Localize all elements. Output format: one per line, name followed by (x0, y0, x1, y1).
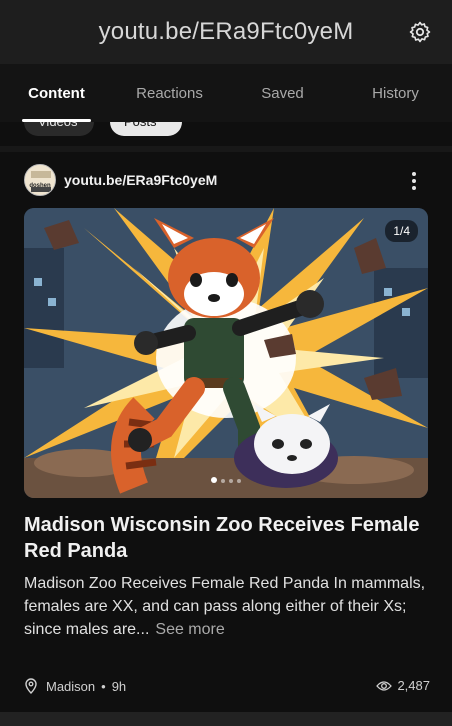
post-time: 9h (111, 678, 127, 694)
filter-chips: Videos Posts (0, 122, 452, 138)
carousel-dot[interactable] (229, 479, 233, 483)
carousel-dots (24, 470, 428, 488)
tab-history[interactable]: History (339, 64, 452, 122)
carousel-dot[interactable] (211, 477, 217, 483)
post-image[interactable]: 1/4 (24, 208, 428, 498)
tab-content[interactable]: Content (0, 64, 113, 122)
vertical-dots-icon[interactable] (404, 170, 424, 192)
location-label[interactable]: Madison (46, 679, 95, 694)
carousel-dot[interactable] (237, 479, 241, 483)
post-meta: Madison • 9h (24, 678, 126, 694)
channel-name[interactable]: youtu.be/ERa9Ftc0yeM (64, 172, 217, 188)
community-post: doshen youtu.be/ERa9Ftc0yeM 1/4 Madison … (0, 152, 452, 712)
chip-posts[interactable]: Posts (110, 122, 182, 136)
bottom-bar (0, 712, 452, 726)
red-panda-illustration (24, 208, 428, 498)
avatar-text: doshen (29, 183, 51, 189)
view-count: 2,487 (376, 678, 430, 693)
carousel-dot[interactable] (221, 479, 225, 483)
views-count: 2,487 (397, 678, 430, 693)
see-more-link[interactable]: See more (155, 621, 224, 638)
tab-bar: Content Reactions Saved History (0, 64, 452, 122)
post-title[interactable]: Madison Wisconsin Zoo Receives Female Re… (24, 512, 428, 564)
tab-saved[interactable]: Saved (226, 64, 339, 122)
post-body: Madison Zoo Receives Female Red Panda In… (24, 572, 428, 641)
chip-videos[interactable]: Videos (24, 122, 94, 136)
eye-icon (376, 680, 393, 691)
gear-icon[interactable] (408, 20, 432, 44)
tab-reactions[interactable]: Reactions (113, 64, 226, 122)
image-counter: 1/4 (385, 220, 418, 242)
app-title: youtu.be/ERa9Ftc0yeM (98, 18, 354, 45)
avatar-image (25, 165, 55, 195)
pin-icon (25, 678, 37, 694)
meta-separator: • (101, 678, 106, 694)
app-bar: youtu.be/ERa9Ftc0yeM (0, 0, 452, 64)
avatar[interactable]: doshen (24, 164, 56, 196)
